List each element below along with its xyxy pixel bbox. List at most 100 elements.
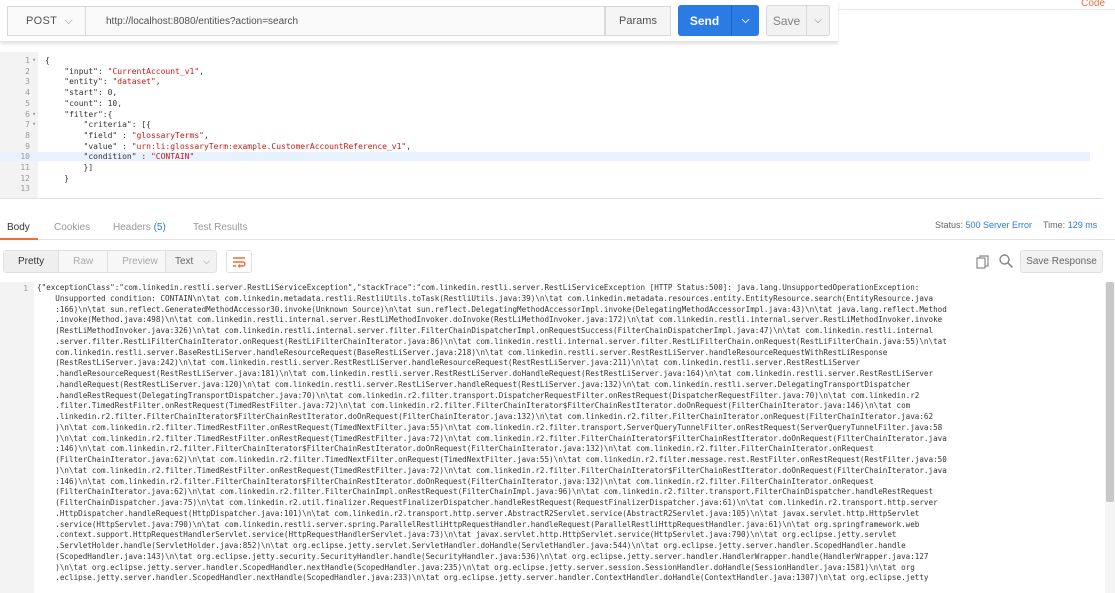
response-line: (RestLiMethodInvoker.java:326)\n\tat com… (37, 326, 934, 335)
response-line: )\n\tat com.linkedin.r2.filter.TimedRest… (37, 422, 943, 432)
line-number: 8 (25, 130, 30, 140)
editor-line[interactable]: 2 "input": "CurrentAccount_v1", (0, 67, 1090, 76)
response-line: .filter.TimedRestFilter.onRestRequest(Ti… (37, 401, 911, 411)
active-tab-indicator (0, 238, 38, 240)
status-value[interactable]: 500 Server Error (966, 220, 1033, 230)
status-label: Status: (935, 220, 964, 230)
response-line: )\n\tat com.linkedin.r2.filter.TimedRest… (37, 465, 947, 475)
line-number: 6 (25, 109, 30, 119)
view-mode-toggle: Pretty Raw Preview (3, 250, 173, 273)
line-number: 3 (25, 77, 30, 87)
code-link[interactable]: Code (1081, 0, 1105, 9)
save-response-button[interactable]: Save Response (1020, 250, 1103, 273)
wrap-lines-icon (233, 256, 246, 268)
editor-line-text: "field" : "glossaryTerms", (45, 130, 209, 140)
response-body[interactable]: 1 {"exceptionClass":"com.linkedin.restli… (0, 282, 1103, 593)
save-button[interactable]: Save ⌵ (766, 5, 830, 36)
url-text: http://localhost:8080/entities?action=se… (106, 15, 299, 27)
save-label[interactable]: Save (767, 6, 807, 35)
response-line: .context.support.HttpRequestHandlerServl… (37, 530, 897, 540)
send-label[interactable]: Send (678, 5, 732, 36)
send-dropdown-chevron-icon[interactable]: ⌵ (732, 5, 759, 36)
editor-line[interactable]: 9 "value" : "urn:li:glossaryTerm:example… (0, 142, 1090, 151)
method-label: POST (26, 15, 58, 27)
editor-line[interactable]: 5 "count": 10, (0, 99, 1090, 108)
response-line: :166)\n\tat sun.reflect.GeneratedMethodA… (37, 304, 947, 314)
response-line: .handleRestRequest(DelegatingTransportDi… (37, 390, 920, 400)
editor-line-text: "filter":{ (45, 109, 113, 119)
response-line: (RestRestLiServer.java:242)\n\tat com.li… (37, 358, 860, 368)
request-body-editor[interactable]: 1 ▾{2 "input": "CurrentAccount_v1", 3 "ent… (0, 52, 1103, 199)
divider (838, 9, 1115, 10)
response-line: (ScopedHandler.java:143)\n\tat org.eclip… (37, 551, 929, 561)
editor-line-text: "input": "CurrentAccount_v1", (45, 66, 204, 76)
editor-line[interactable]: 1 ▾ { (0, 56, 1090, 65)
line-number: 2 (25, 66, 30, 76)
editor-line-text: "count": 10, (45, 98, 123, 108)
format-select[interactable]: Text ⌵ (165, 250, 217, 273)
headers-count-badge: (5) (153, 222, 166, 233)
response-line: .server.filter.RestLiFilterChainIterator… (37, 336, 947, 346)
method-select[interactable]: POST ⌵ (7, 6, 85, 36)
url-input[interactable]: http://localhost:8080/entities?action=se… (85, 6, 605, 36)
editor-line-text: }] (45, 163, 94, 172)
tab-headers-label: Headers (113, 222, 151, 233)
line-number: 9 (25, 141, 30, 151)
editor-line-text: } (45, 173, 70, 183)
editor-line-text: "condition" : "CONTAIN" (45, 152, 195, 162)
response-line: com.linkedin.restli.server.BaseRestLiSer… (37, 347, 888, 357)
response-scrollbar[interactable] (1105, 282, 1115, 593)
response-line-number: 1 (23, 284, 28, 293)
fold-arrow-icon[interactable]: ▾ (32, 120, 36, 128)
response-line: .eclipse.jetty.server.handler.ScopedHand… (37, 573, 929, 583)
editor-line-text: { (45, 56, 50, 65)
line-number: 12 (20, 173, 30, 183)
editor-line-text: "start": 0, (45, 88, 118, 98)
editor-line[interactable]: 13 (0, 184, 1090, 193)
time-value[interactable]: 129 ms (1068, 220, 1098, 230)
response-line: (FilterChainDispatcher.java:75)\n\tat co… (37, 498, 938, 507)
response-line: .service(HttpServlet.java:790)\n\tat com… (37, 519, 920, 529)
tab-body[interactable]: Body (7, 222, 30, 233)
tab-cookies[interactable]: Cookies (54, 222, 90, 233)
search-icon[interactable] (998, 253, 1014, 269)
tab-headers[interactable]: Headers (5) (113, 222, 166, 233)
line-number: 7 (25, 120, 30, 130)
fold-arrow-icon[interactable]: ▾ (32, 110, 36, 118)
editor-line[interactable]: 6 ▾ "filter":{ (0, 110, 1090, 119)
status-readout: Status: 500 Server Error (935, 220, 1032, 230)
line-number: 4 (25, 88, 30, 98)
fold-arrow-icon[interactable]: ▾ (32, 56, 36, 64)
response-line: )\n\tat org.eclipse.jetty.server.handler… (37, 562, 915, 572)
preview-button[interactable]: Preview (108, 251, 172, 272)
response-line: .handleResourceRequest(RestRestLiServer.… (37, 369, 934, 378)
time-readout: Time: 129 ms (1043, 220, 1097, 230)
response-line: .linkedin.r2.filter.FilterChainIterator$… (37, 412, 934, 421)
editor-line-text: "entity": "dataset", (45, 77, 161, 87)
raw-button[interactable]: Raw (59, 251, 109, 272)
params-button[interactable]: Params (605, 6, 671, 36)
line-number: 1 (25, 56, 30, 65)
editor-line[interactable]: 7 ▾ "criteria": [{ (0, 120, 1090, 129)
editor-line[interactable]: 3 "entity": "dataset", (0, 77, 1090, 86)
chevron-down-icon: ⌵ (64, 15, 73, 27)
editor-line[interactable]: 11 }] (0, 163, 1090, 172)
save-dropdown-chevron-icon[interactable]: ⌵ (807, 6, 829, 35)
pretty-button[interactable]: Pretty (4, 251, 60, 272)
response-line: .HttpDispatcher.handleRequest(HttpDispat… (37, 508, 920, 518)
scrollbar-thumb[interactable] (1106, 282, 1114, 502)
editor-line[interactable]: 4 "start": 0, (0, 88, 1090, 97)
format-label: Text (175, 256, 194, 267)
copy-icon[interactable] (975, 254, 991, 270)
wrap-lines-button[interactable] (226, 250, 252, 273)
response-line: .ServletHolder.handle(ServletHolder.java… (37, 541, 906, 550)
response-line: :146)\n\tat com.linkedin.r2.filter.Filte… (37, 444, 874, 454)
send-button[interactable]: Send ⌵ (678, 5, 759, 36)
editor-line[interactable]: 8 "field" : "glossaryTerms", (0, 131, 1090, 140)
editor-line[interactable]: 12 } (0, 174, 1090, 183)
response-line: .handleRequest(RestRestLiServer.java:120… (37, 379, 911, 389)
response-line: Unsupported condition: CONTAIN\n\tat com… (37, 293, 934, 303)
editor-line[interactable]: 10 "condition" : "CONTAIN" (0, 152, 1090, 162)
line-number: 11 (20, 163, 30, 172)
tab-test-results[interactable]: Test Results (193, 222, 247, 233)
